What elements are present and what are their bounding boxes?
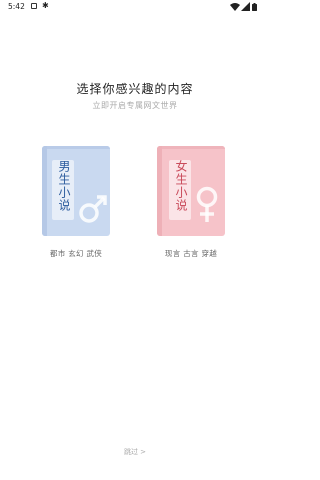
debug-bug-icon: ✱: [42, 1, 49, 10]
male-symbol-icon: [79, 195, 107, 223]
page-title: 选择你感兴趣的内容: [76, 82, 194, 96]
female-book-title: 女生小说: [174, 160, 188, 212]
female-genre-tags: 现言 古言 穿越: [164, 249, 218, 258]
notification-square-icon: [31, 3, 37, 9]
book-spine: [42, 146, 47, 236]
status-bar: 5:42 ✱: [0, 0, 270, 14]
male-novel-option[interactable]: 男生小说: [42, 146, 110, 236]
male-book-title: 男生小说: [57, 160, 71, 212]
battery-icon: [252, 3, 257, 11]
skip-button[interactable]: 跳过 >: [0, 447, 270, 457]
book-top-edge: [157, 146, 225, 149]
book-top-edge: [42, 146, 110, 149]
wifi-icon: [230, 3, 240, 11]
status-icons: [230, 2, 262, 12]
male-genre-tags: 都市 玄幻 武侠: [49, 249, 103, 258]
page-subtitle: 立即开启专属网文世界: [92, 101, 178, 110]
signal-icon: [241, 2, 250, 11]
female-novel-option[interactable]: 女生小说: [157, 146, 225, 236]
book-spine: [157, 146, 162, 236]
status-time: 5:42: [8, 2, 25, 11]
female-symbol-icon: [196, 186, 218, 222]
